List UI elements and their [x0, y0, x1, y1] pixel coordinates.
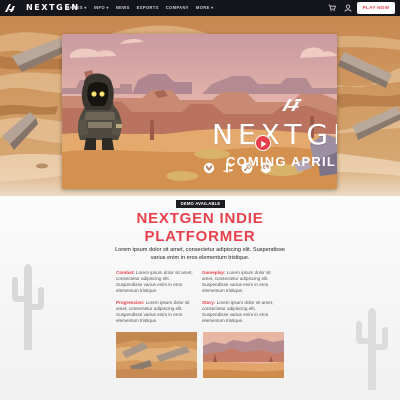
gameplay-screenshot-2[interactable] — [203, 332, 284, 378]
playstation-icon[interactable] — [222, 162, 234, 174]
menu-item-company[interactable]: COMPANY — [166, 4, 189, 12]
hero-title: NEXTGEN — [212, 118, 337, 151]
user-icon[interactable] — [344, 4, 352, 12]
epic-games-icon[interactable] — [260, 162, 272, 174]
steam-icon[interactable] — [241, 162, 253, 174]
cactus-left-illustration — [12, 264, 44, 350]
menu-item-more[interactable]: MORE ▾ — [196, 4, 214, 12]
top-navbar: NEXTGEN GAMES ▾ INFO ▾ NEWS ESPORTS COMP… — [0, 0, 400, 16]
demo-available-badge: DEMO AVAILABLE — [176, 200, 225, 208]
menu-item-info[interactable]: INFO ▾ — [94, 4, 109, 12]
gameplay-screenshot-1[interactable] — [116, 332, 197, 378]
feature-title: Combat: — [116, 270, 135, 275]
headline-line-2: PLATFORMER — [144, 228, 256, 245]
feature-gameplay: Gameplay: Lorem ipsum dolor sit amet, co… — [202, 270, 282, 294]
play-now-button[interactable]: PLAY NOW — [357, 2, 395, 14]
feature-title: Gameplay: — [202, 270, 226, 275]
section-lead-text: Lorem ipsum dolor sit amet, consectetur … — [115, 247, 285, 261]
brand-logo-icon[interactable] — [4, 3, 16, 13]
headline-line-1: NEXTGEN INDIE — [136, 210, 264, 227]
hero-banner: NEXTGEN COMING APRIL 25 — [62, 34, 337, 189]
cactus-right-illustration — [356, 308, 388, 390]
feature-title: Progression: — [116, 300, 145, 305]
menu-item-news[interactable]: NEWS — [116, 4, 130, 12]
feature-story: Story: Lorem ipsum dolor sit amet, conse… — [202, 300, 282, 324]
feature-combat: Combat: Lorem ipsum dolor sit amet, cons… — [116, 270, 196, 294]
xbox-icon[interactable] — [203, 162, 215, 174]
feature-title: Story: — [202, 300, 216, 305]
feature-progression: Progression: Lorem ipsum dolor sit amet,… — [116, 300, 196, 324]
play-icon — [261, 140, 267, 148]
play-trailer-button[interactable] — [255, 135, 271, 151]
cart-icon[interactable] — [328, 4, 336, 12]
nextgen-logo-icon — [282, 99, 302, 111]
main-menu: GAMES ▾ INFO ▾ NEWS ESPORTS COMPANY MORE… — [66, 4, 214, 12]
menu-item-esports[interactable]: ESPORTS — [137, 4, 159, 12]
menu-item-games[interactable]: GAMES ▾ — [66, 4, 87, 12]
section-headline: NEXTGEN INDIE PLATFORMER — [100, 210, 300, 246]
